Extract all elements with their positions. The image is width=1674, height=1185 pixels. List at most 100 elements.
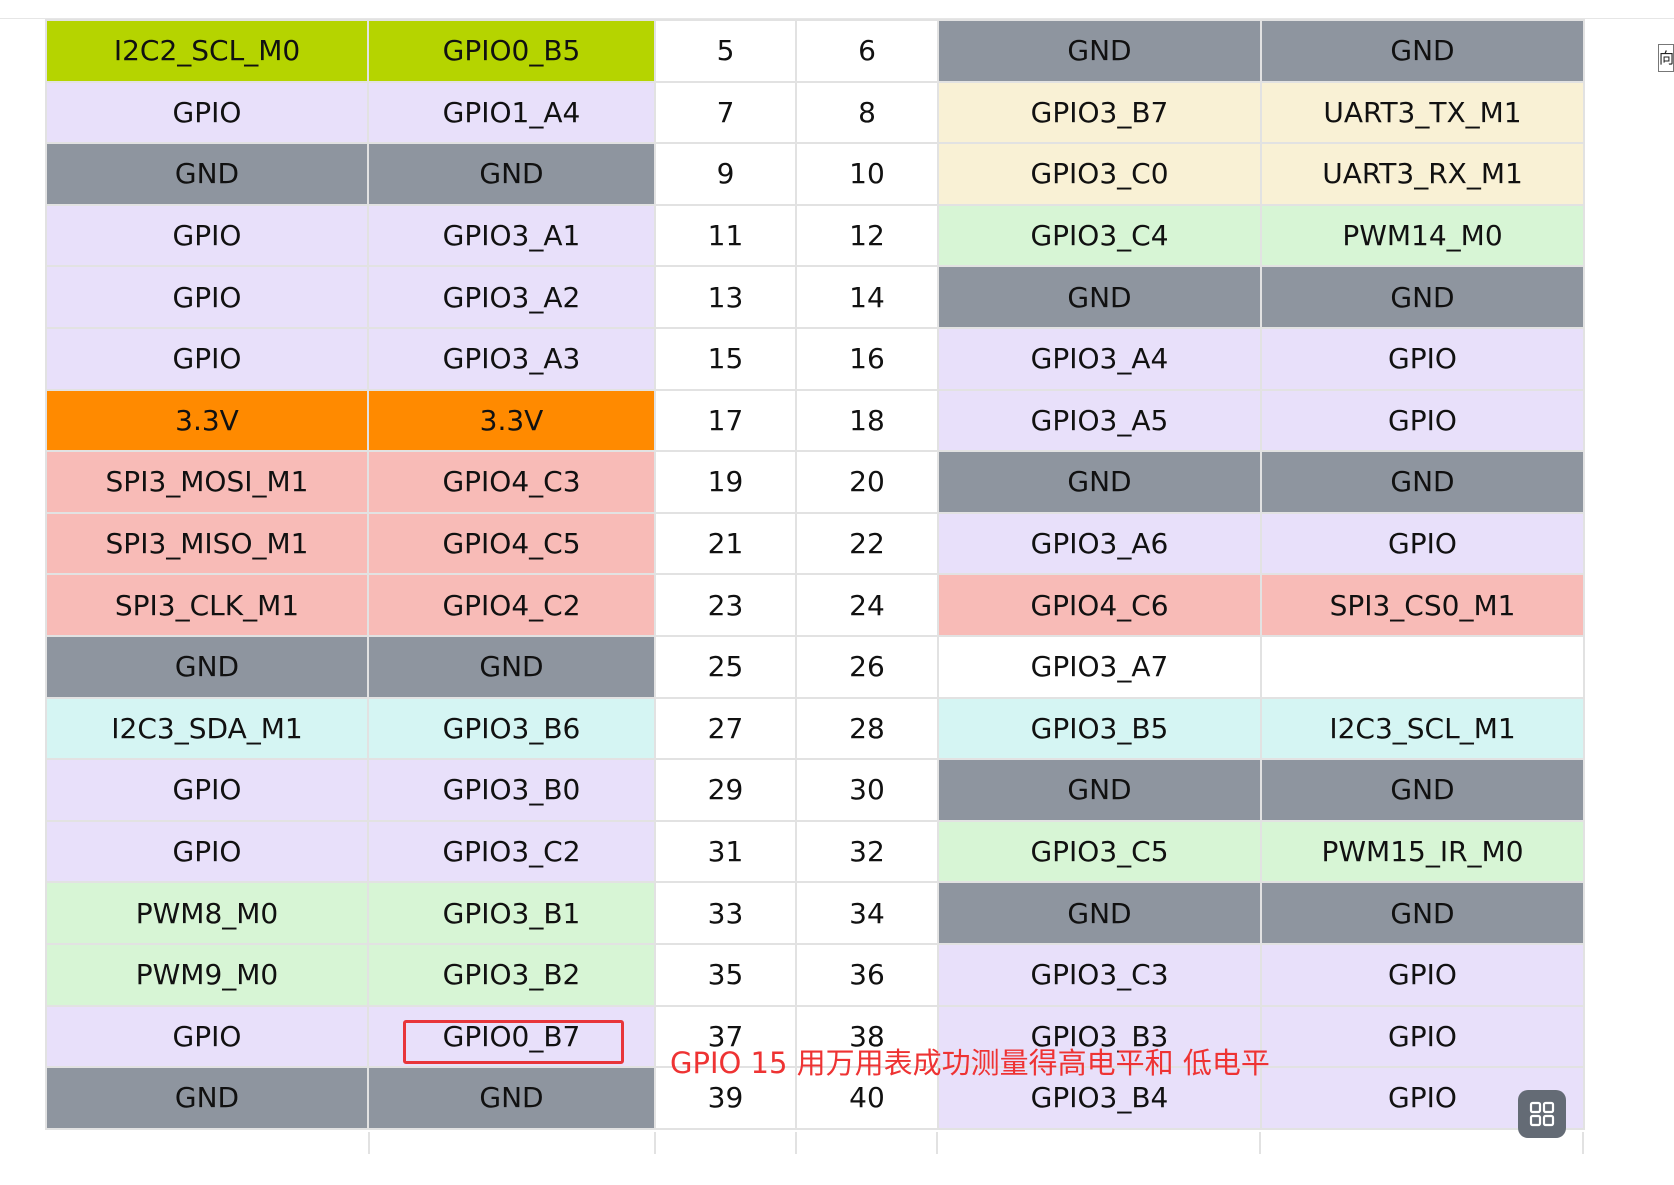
- odd-pin-number: 9: [654, 142, 797, 206]
- left-function-cell: GPIO: [45, 80, 369, 145]
- right-gpio-cell: GND: [937, 881, 1262, 945]
- right-function-cell: GND: [1260, 881, 1585, 945]
- left-gpio-cell: GPIO0_B5: [367, 19, 656, 83]
- grid-icon: [1529, 1101, 1555, 1127]
- left-function-cell: GND: [45, 634, 369, 699]
- left-gpio-cell: GPIO1_A4: [367, 80, 656, 145]
- right-function-cell: GPIO: [1260, 388, 1585, 453]
- left-gpio-cell: GPIO3_C2: [367, 819, 656, 884]
- right-gpio-cell: GPIO3_C0: [937, 142, 1262, 206]
- odd-pin-number: 5: [654, 19, 797, 83]
- right-gpio-cell: GND: [937, 758, 1262, 822]
- table-row: 3.3V 3.3V 17 18 GPIO3_A5 GPIO: [45, 388, 1585, 453]
- odd-pin-number: 7: [654, 80, 797, 145]
- table-tail-line: [654, 1132, 656, 1154]
- gpio-pin-table: I2C2_SCL_M0 GPIO0_B5 5 6 GND GND GPIO GPIO1_A4 7…: [45, 19, 1585, 1130]
- side-panel-tab[interactable]: 向: [1658, 44, 1674, 72]
- odd-pin-number: 17: [654, 388, 797, 453]
- left-gpio-cell: GPIO3_B2: [367, 942, 656, 1007]
- table-row: GPIO GPIO3_A3 15 16 GPIO3_A4 GPIO: [45, 326, 1585, 391]
- odd-pin-number: 33: [654, 881, 797, 945]
- left-gpio-cell: GPIO3_A2: [367, 265, 656, 329]
- right-gpio-cell: GPIO3_A4: [937, 326, 1262, 391]
- table-row: GPIO GPIO3_A1 11 12 GPIO3_C4 PWM14_M0: [45, 203, 1585, 268]
- table-row: GND GND 25 26 GPIO3_A7: [45, 634, 1585, 699]
- even-pin-number: 22: [795, 511, 939, 576]
- left-function-cell: SPI3_CLK_M1: [45, 573, 369, 637]
- table-row: GPIO GPIO3_A2 13 14 GND GND: [45, 265, 1585, 329]
- left-function-cell: I2C2_SCL_M0: [45, 19, 369, 83]
- right-gpio-cell: GPIO3_A7: [937, 634, 1262, 699]
- right-function-cell: GND: [1260, 758, 1585, 822]
- left-gpio-cell: GPIO3_B0: [367, 758, 656, 822]
- right-gpio-cell: GND: [937, 450, 1262, 514]
- right-gpio-cell: GPIO3_C3: [937, 942, 1262, 1007]
- left-function-cell: GND: [45, 1066, 369, 1130]
- left-function-cell: GPIO: [45, 1004, 369, 1069]
- right-gpio-cell: GPIO3_B7: [937, 80, 1262, 145]
- right-gpio-cell: GPIO3_C4: [937, 203, 1262, 268]
- left-function-cell: I2C3_SDA_M1: [45, 696, 369, 761]
- odd-pin-number: 31: [654, 819, 797, 884]
- left-function-cell: SPI3_MOSI_M1: [45, 450, 369, 514]
- left-gpio-cell: GND: [367, 142, 656, 206]
- right-function-cell: GND: [1260, 19, 1585, 83]
- right-function-cell: UART3_TX_M1: [1260, 80, 1585, 145]
- table-row: I2C2_SCL_M0 GPIO0_B5 5 6 GND GND: [45, 19, 1585, 83]
- right-gpio-cell: GPIO4_C6: [937, 573, 1262, 637]
- right-gpio-cell: GND: [937, 265, 1262, 329]
- table-row: SPI3_MOSI_M1 GPIO4_C3 19 20 GND GND: [45, 450, 1585, 514]
- right-function-cell: GND: [1260, 265, 1585, 329]
- odd-pin-number: 29: [654, 758, 797, 822]
- left-gpio-cell: GPIO3_B1: [367, 881, 656, 945]
- odd-pin-number: 25: [654, 634, 797, 699]
- right-function-cell: UART3_RX_M1: [1260, 142, 1585, 206]
- table-tail-line: [1582, 1132, 1584, 1154]
- odd-pin-number: 15: [654, 326, 797, 391]
- left-gpio-cell: GPIO4_C2: [367, 573, 656, 637]
- even-pin-number: 14: [795, 265, 939, 329]
- right-function-cell: GPIO: [1260, 942, 1585, 1007]
- even-pin-number: 34: [795, 881, 939, 945]
- left-function-cell: GPIO: [45, 758, 369, 822]
- even-pin-number: 32: [795, 819, 939, 884]
- left-function-cell: GPIO: [45, 819, 369, 884]
- table-row: I2C3_SDA_M1 GPIO3_B6 27 28 GPIO3_B5 I2C3_SCL_…: [45, 696, 1585, 761]
- table-tail-line: [795, 1132, 797, 1154]
- left-function-cell: PWM9_M0: [45, 942, 369, 1007]
- even-pin-number: 36: [795, 942, 939, 1007]
- pin-highlight-box: [403, 1020, 624, 1064]
- table-row: GPIO GPIO1_A4 7 8 GPIO3_B7 UART3_TX_M1: [45, 80, 1585, 145]
- even-pin-number: 26: [795, 634, 939, 699]
- table-row: PWM9_M0 GPIO3_B2 35 36 GPIO3_C3 GPIO: [45, 942, 1585, 1007]
- left-function-cell: GND: [45, 142, 369, 206]
- grid-view-button[interactable]: [1518, 1090, 1566, 1138]
- right-function-cell: PWM14_M0: [1260, 203, 1585, 268]
- right-function-cell: I2C3_SCL_M1: [1260, 696, 1585, 761]
- annotation-note: GPIO 15 用万用表成功测量得高电平和 低电平: [670, 1046, 1270, 1080]
- left-function-cell: SPI3_MISO_M1: [45, 511, 369, 576]
- left-gpio-cell: GPIO4_C5: [367, 511, 656, 576]
- even-pin-number: 28: [795, 696, 939, 761]
- odd-pin-number: 19: [654, 450, 797, 514]
- left-gpio-cell: GPIO3_A1: [367, 203, 656, 268]
- left-function-cell: GPIO: [45, 326, 369, 391]
- left-gpio-cell: GPIO4_C3: [367, 450, 656, 514]
- table-tail-line: [1259, 1132, 1261, 1154]
- right-function-cell: PWM15_IR_M0: [1260, 819, 1585, 884]
- odd-pin-number: 13: [654, 265, 797, 329]
- left-function-cell: GPIO: [45, 265, 369, 329]
- odd-pin-number: 21: [654, 511, 797, 576]
- table-row: PWM8_M0 GPIO3_B1 33 34 GND GND: [45, 881, 1585, 945]
- left-gpio-cell: 3.3V: [367, 388, 656, 453]
- left-gpio-cell: GND: [367, 1066, 656, 1130]
- odd-pin-number: 27: [654, 696, 797, 761]
- odd-pin-number: 35: [654, 942, 797, 1007]
- right-gpio-cell: GPIO3_A5: [937, 388, 1262, 453]
- left-gpio-cell: GPIO3_B6: [367, 696, 656, 761]
- even-pin-number: 6: [795, 19, 939, 83]
- left-gpio-cell: GPIO3_A3: [367, 326, 656, 391]
- table-row: GPIO GPIO3_B0 29 30 GND GND: [45, 758, 1585, 822]
- table-tail-line: [936, 1132, 938, 1154]
- even-pin-number: 10: [795, 142, 939, 206]
